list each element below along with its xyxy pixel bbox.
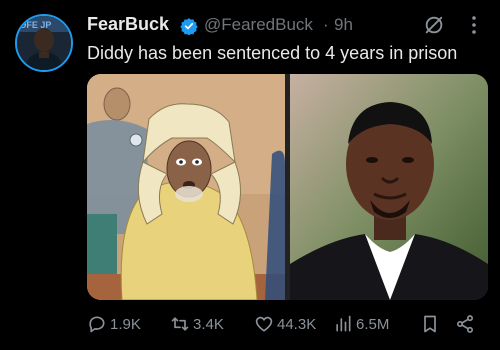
views-count: 6.5M [356,315,390,333]
reply-icon [89,316,105,333]
tweet-header: FearBuck @FearedBuck · 9h [87,14,487,38]
tweet-actions: 1.9K 3.4K 44.3K 6.5M [87,311,487,337]
reply-count: 1.9K [110,315,141,333]
repost-icon [171,317,189,331]
author-handle[interactable]: @FearedBuck [204,15,313,35]
more-vertical-icon[interactable] [465,14,483,36]
tweet-text: Diddy has been sentenced to 4 years in p… [87,43,458,63]
like-button[interactable]: 44.3K [254,311,316,337]
courtroom-sketch-image[interactable] [87,74,285,300]
author-avatar[interactable]: ЭFE JP [15,14,73,72]
share-button[interactable] [455,311,478,337]
reply-button[interactable]: 1.9K [87,311,141,337]
author-name[interactable]: FearBuck [87,14,169,35]
like-count: 44.3K [277,315,317,333]
bookmark-button[interactable] [420,311,443,337]
repost-count: 3.4K [193,315,224,333]
tweet-media[interactable] [87,74,488,300]
views-button[interactable]: 6.5M [333,311,389,337]
heart-icon [255,316,273,332]
verified-badge-icon [180,18,198,35]
share-icon [457,315,473,333]
portrait-photo-image[interactable] [290,74,488,300]
views-chart-icon [336,315,351,332]
grok-icon[interactable] [423,14,445,36]
tweet-timestamp[interactable]: 9h [334,15,353,35]
bookmark-icon [424,315,436,333]
repost-button[interactable]: 3.4K [170,311,224,337]
meta-separator: · [323,15,329,34]
